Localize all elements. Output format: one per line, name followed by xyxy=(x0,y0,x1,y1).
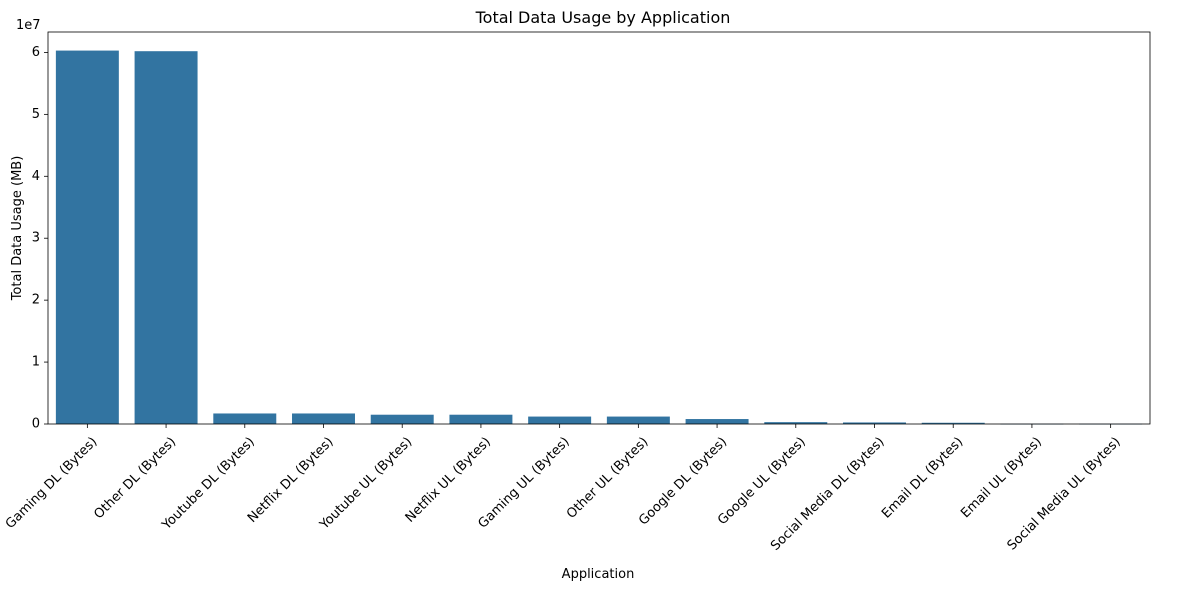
y-tick-label: 1 xyxy=(32,355,40,370)
x-tick-label: Gaming UL (Bytes) xyxy=(475,434,572,531)
bar-0 xyxy=(55,50,119,425)
chart-title: Total Data Usage by Application xyxy=(475,8,731,27)
bar-6 xyxy=(528,416,592,424)
x-tick-label: Gaming DL (Bytes) xyxy=(3,434,101,532)
bar-2 xyxy=(213,413,277,424)
x-tick-label: Google UL (Bytes) xyxy=(715,434,809,528)
bar-1 xyxy=(134,51,198,424)
y-axis-offset-label: 1e7 xyxy=(16,18,41,33)
bar-chart: Total Data Usage by Application 1e7 Appl… xyxy=(3,8,1151,582)
plot-frame xyxy=(47,31,1151,425)
x-axis-label: Application xyxy=(562,567,635,582)
y-tick-label: 2 xyxy=(32,293,40,308)
x-tick-label: Netflix DL (Bytes) xyxy=(245,434,337,526)
x-tick-label: Google DL (Bytes) xyxy=(636,434,730,528)
x-tick-label: Netflix UL (Bytes) xyxy=(403,434,494,525)
x-tick-label: Other DL (Bytes) xyxy=(91,434,179,522)
bar-4 xyxy=(370,414,434,424)
y-tick-label: 0 xyxy=(32,417,40,432)
x-tick-label: Other UL (Bytes) xyxy=(564,434,651,521)
bar-5 xyxy=(449,414,513,424)
y-axis-ticks: 0 1 2 3 4 5 6 xyxy=(32,45,48,432)
chart-container: Total Data Usage by Application 1e7 Appl… xyxy=(0,0,1183,590)
bar-8 xyxy=(685,419,749,424)
bar-7 xyxy=(606,416,670,424)
bar-3 xyxy=(292,413,355,424)
y-tick-label: 3 xyxy=(32,231,40,246)
y-tick-label: 6 xyxy=(32,45,40,60)
y-axis-label: Total Data Usage (MB) xyxy=(10,156,25,302)
x-tick-label: Email UL (Bytes) xyxy=(958,434,1045,521)
y-tick-label: 5 xyxy=(32,107,40,122)
bars-group xyxy=(55,50,1143,425)
y-tick-label: 4 xyxy=(32,169,40,184)
x-tick-label: Email DL (Bytes) xyxy=(879,434,966,521)
x-axis-ticks: Gaming DL (Bytes)Other DL (Bytes)Youtube… xyxy=(3,424,1124,554)
